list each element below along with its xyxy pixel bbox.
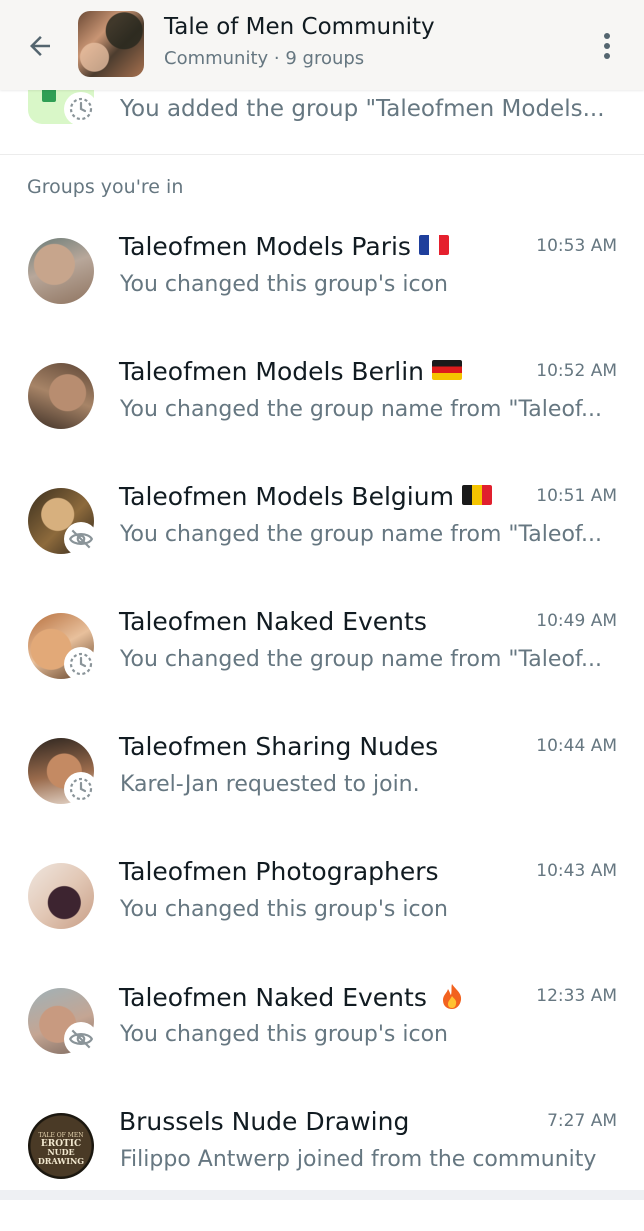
section-label-groups: Groups you're in [27, 176, 184, 198]
group-preview: You changed this group's icon [120, 897, 448, 922]
group-row[interactable]: Taleofmen Naked Events 10:49 AM You chan… [0, 607, 644, 731]
group-name: Taleofmen Sharing Nudes [119, 732, 439, 761]
group-badge [64, 1022, 98, 1056]
france-flag-icon [418, 235, 449, 255]
bottom-edge [0, 1190, 644, 1200]
group-time: 10:53 AM [536, 236, 617, 256]
fire-emoji-icon [442, 984, 461, 1009]
disappearing-timer-icon [69, 652, 93, 676]
more-options-button[interactable] [590, 26, 624, 66]
group-avatar [28, 863, 94, 929]
group-preview: Karel-Jan requested to join. [120, 772, 420, 797]
group-avatar [28, 238, 94, 304]
community-subtitle: Community · 9 groups [164, 48, 365, 69]
group-preview: You changed this group's icon [120, 1022, 448, 1047]
arrow-left-icon [30, 36, 50, 56]
group-name: Taleofmen Photographers [119, 857, 439, 886]
group-avatar [28, 363, 94, 429]
group-row[interactable]: TALE OF MEN EROTIC NUDE DRAWING Brussels… [0, 1107, 644, 1231]
group-name: Taleofmen Models Paris [119, 232, 449, 261]
group-row[interactable]: Taleofmen Models Paris 10:53 AM You chan… [0, 232, 644, 356]
group-row[interactable]: Taleofmen Naked Events 12:33 AM You chan… [0, 982, 644, 1106]
group-time: 10:52 AM [536, 361, 617, 381]
group-name: Taleofmen Models Belgium [119, 482, 492, 511]
avatar-logo-text: TALE OF MEN EROTIC NUDE DRAWING [38, 1132, 84, 1166]
group-avatar: TALE OF MEN EROTIC NUDE DRAWING [28, 1113, 94, 1179]
group-preview: You changed the group name from "Taleof.… [120, 522, 603, 547]
group-badge [64, 647, 98, 681]
group-row[interactable]: Taleofmen Photographers 10:43 AM You cha… [0, 857, 644, 981]
community-title[interactable]: Tale of Men Community [164, 14, 435, 40]
group-preview: You changed this group's icon [120, 272, 448, 297]
group-time: 10:44 AM [536, 736, 617, 756]
germany-flag-icon [431, 360, 462, 380]
app-header: Tale of Men Community Community · 9 grou… [0, 0, 644, 90]
group-time: 10:51 AM [536, 486, 617, 506]
group-time: 7:27 AM [547, 1111, 617, 1131]
group-badge [64, 772, 98, 806]
group-row[interactable]: Taleofmen Models Berlin 10:52 AM You cha… [0, 357, 644, 481]
group-time: 12:33 AM [536, 986, 617, 1006]
disappearing-timer-icon [69, 97, 93, 121]
group-badge [64, 522, 98, 556]
group-preview: Filippo Antwerp joined from the communit… [120, 1147, 597, 1172]
eye-off-icon [68, 1029, 94, 1049]
svg-text:TALE OF MEN: TALE OF MEN [38, 1132, 83, 1139]
group-row[interactable]: Taleofmen Models Belgium 10:51 AM You ch… [0, 482, 644, 606]
announcement-badge [64, 92, 98, 126]
back-button[interactable] [18, 26, 62, 66]
svg-text:DRAWING: DRAWING [38, 1156, 84, 1166]
group-time: 10:43 AM [536, 861, 617, 881]
group-name: Taleofmen Naked Events [119, 982, 465, 1012]
group-time: 10:49 AM [536, 611, 617, 631]
group-row[interactable]: Taleofmen Sharing Nudes 10:44 AM Karel-J… [0, 732, 644, 856]
announcement-preview: You added the group "Taleofmen Models... [120, 96, 605, 122]
eye-off-icon [68, 529, 94, 549]
belgium-flag-icon [461, 485, 492, 505]
group-preview: You changed the group name from "Taleof.… [120, 397, 603, 422]
more-vertical-icon [604, 33, 610, 59]
community-avatar[interactable] [78, 11, 144, 77]
disappearing-timer-icon [69, 777, 93, 801]
group-name: Taleofmen Models Berlin [119, 357, 462, 386]
group-preview: You changed the group name from "Taleof.… [120, 647, 603, 672]
group-name: Taleofmen Naked Events [119, 607, 427, 636]
group-name: Brussels Nude Drawing [119, 1107, 410, 1136]
